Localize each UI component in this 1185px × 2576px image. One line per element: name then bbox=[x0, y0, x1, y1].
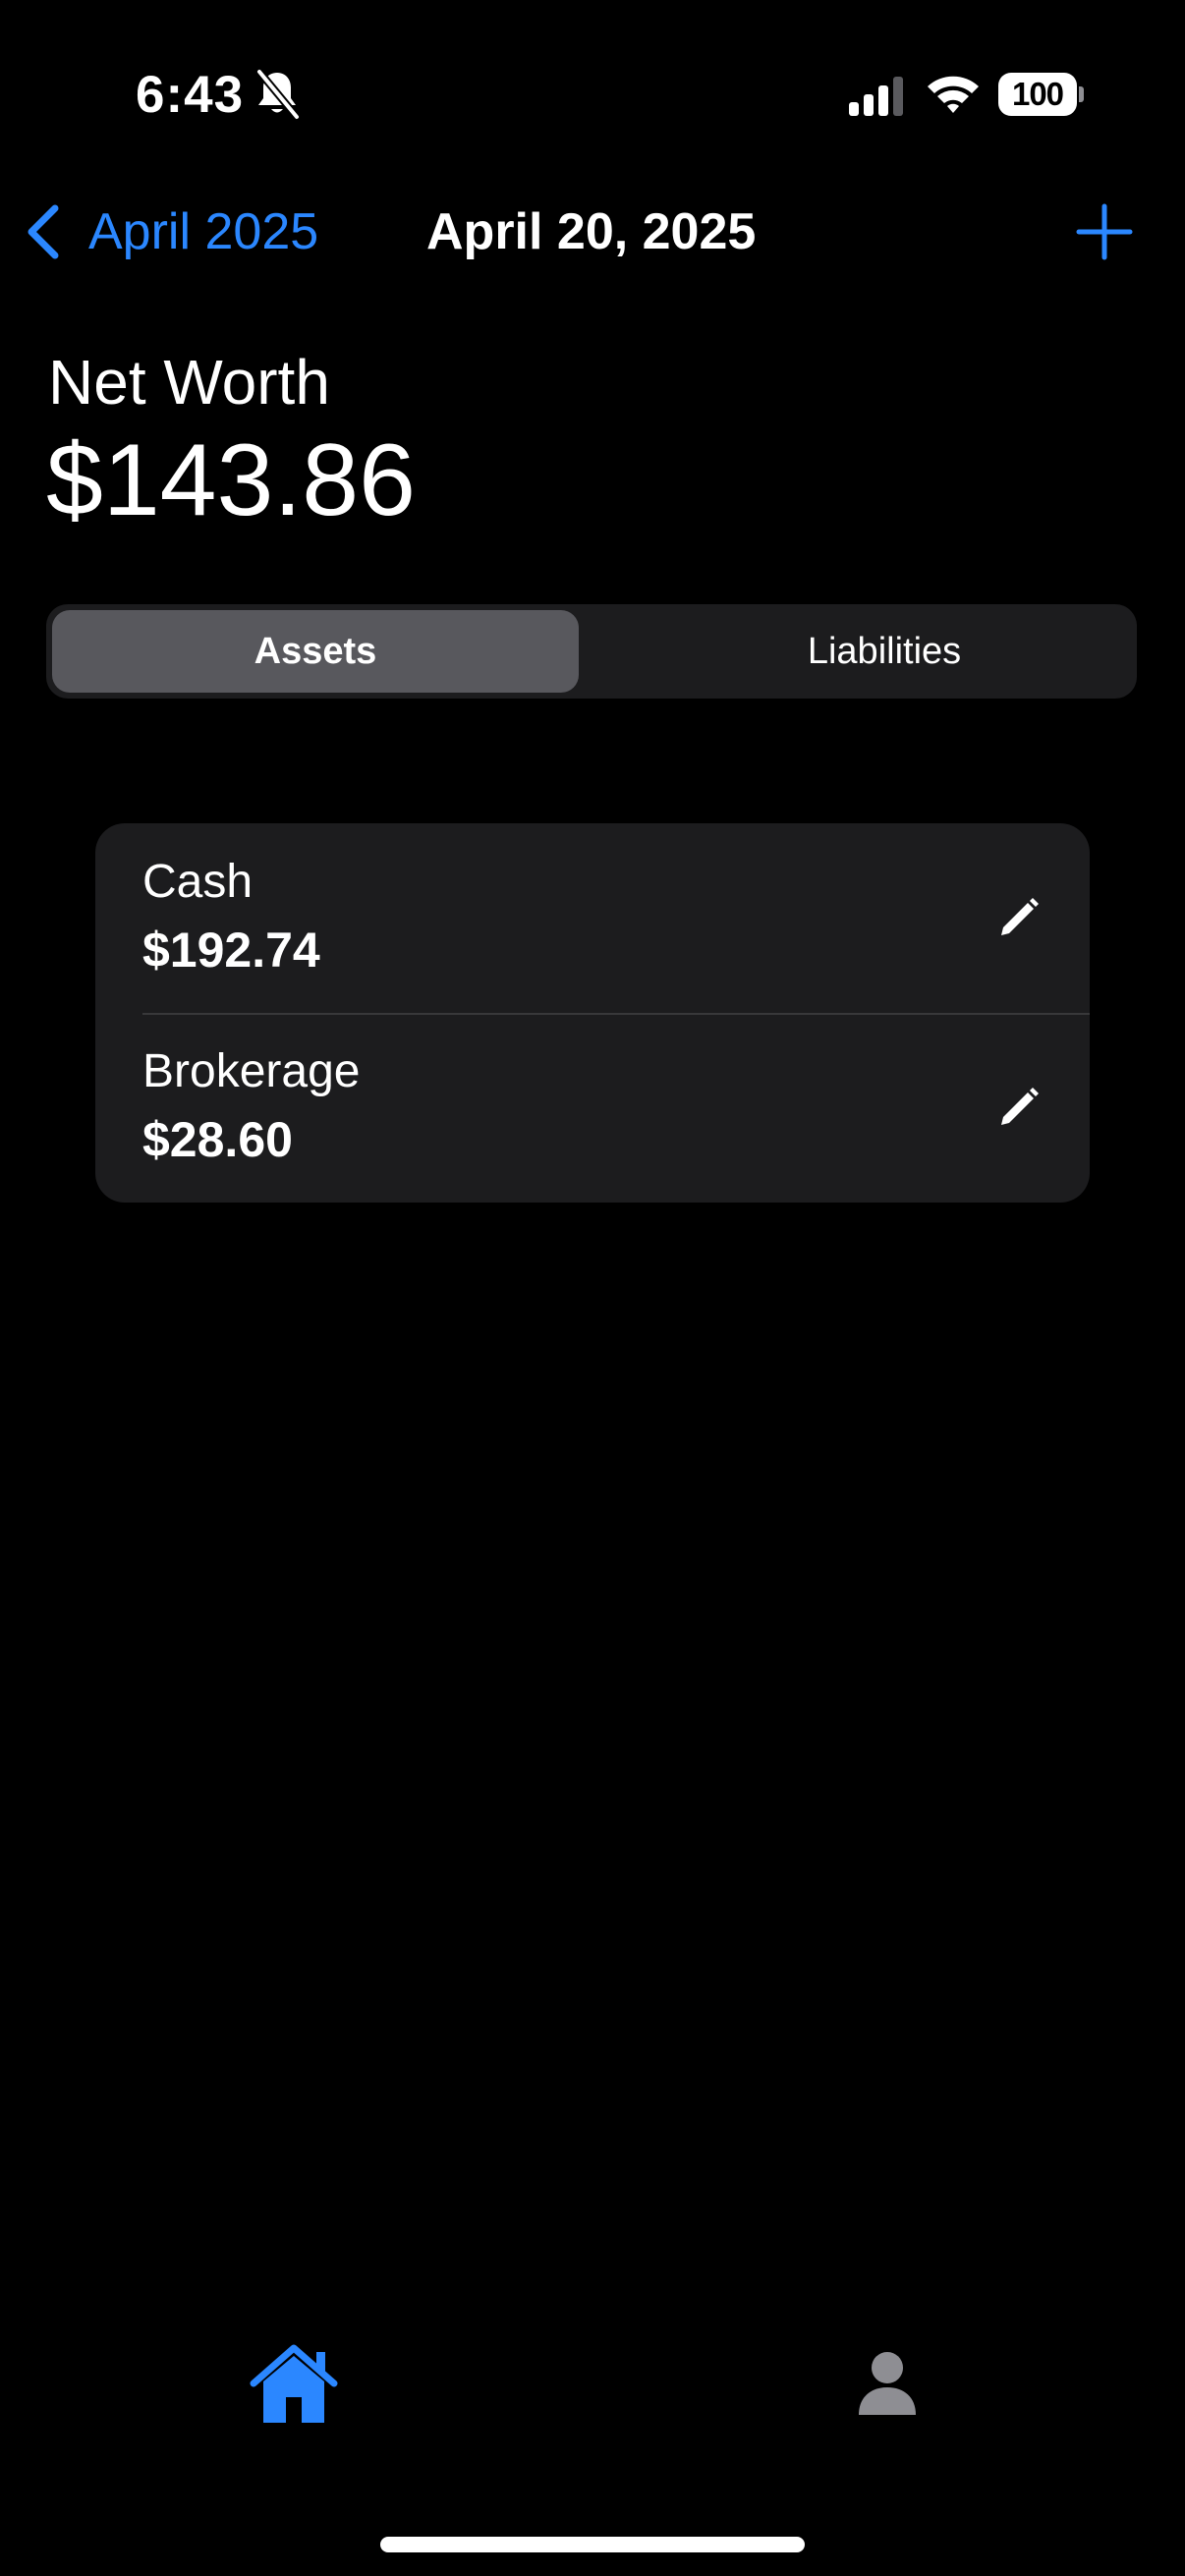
net-worth-label: Net Worth bbox=[48, 347, 330, 418]
plus-icon bbox=[1076, 203, 1133, 260]
cellular-signal-icon bbox=[849, 77, 906, 116]
chevron-left-icon bbox=[24, 202, 63, 261]
home-indicator[interactable] bbox=[380, 2537, 805, 2552]
pencil-icon[interactable] bbox=[991, 1084, 1043, 1135]
battery-level: 100 bbox=[998, 73, 1077, 116]
back-button[interactable]: April 2025 bbox=[24, 200, 318, 263]
navigation-bar: April 2025 April 20, 2025 bbox=[0, 187, 1185, 275]
account-value: $28.60 bbox=[142, 1112, 293, 1167]
account-name: Brokerage bbox=[142, 1045, 361, 1097]
tab-home[interactable] bbox=[250, 2344, 338, 2425]
segmented-control: Assets Liabilities bbox=[46, 604, 1137, 699]
account-name: Cash bbox=[142, 856, 254, 908]
tab-profile[interactable] bbox=[857, 2350, 918, 2419]
segment-liabilities[interactable]: Liabilities bbox=[639, 610, 1130, 693]
status-time: 6:43 bbox=[136, 66, 245, 124]
account-value: $192.74 bbox=[142, 923, 320, 978]
person-icon bbox=[859, 2352, 916, 2415]
house-icon bbox=[250, 2344, 338, 2423]
battery-icon: 100 bbox=[998, 73, 1084, 116]
account-row-brokerage[interactable]: Brokerage $28.60 bbox=[95, 1013, 1090, 1203]
battery-cap bbox=[1079, 86, 1084, 102]
pencil-icon[interactable] bbox=[991, 894, 1043, 945]
add-button[interactable] bbox=[1073, 200, 1136, 263]
segment-assets[interactable]: Assets bbox=[52, 610, 579, 693]
nav-title: April 20, 2025 bbox=[426, 203, 757, 260]
wifi-icon bbox=[926, 73, 981, 116]
account-row-cash[interactable]: Cash $192.74 bbox=[95, 823, 1090, 1013]
back-label: April 2025 bbox=[88, 203, 319, 260]
bell-slash-icon bbox=[254, 69, 301, 120]
status-bar: 6:43 100 bbox=[0, 0, 1185, 187]
net-worth-value: $143.86 bbox=[46, 423, 416, 537]
accounts-card: Cash $192.74 Brokerage $28.60 bbox=[95, 823, 1090, 1203]
